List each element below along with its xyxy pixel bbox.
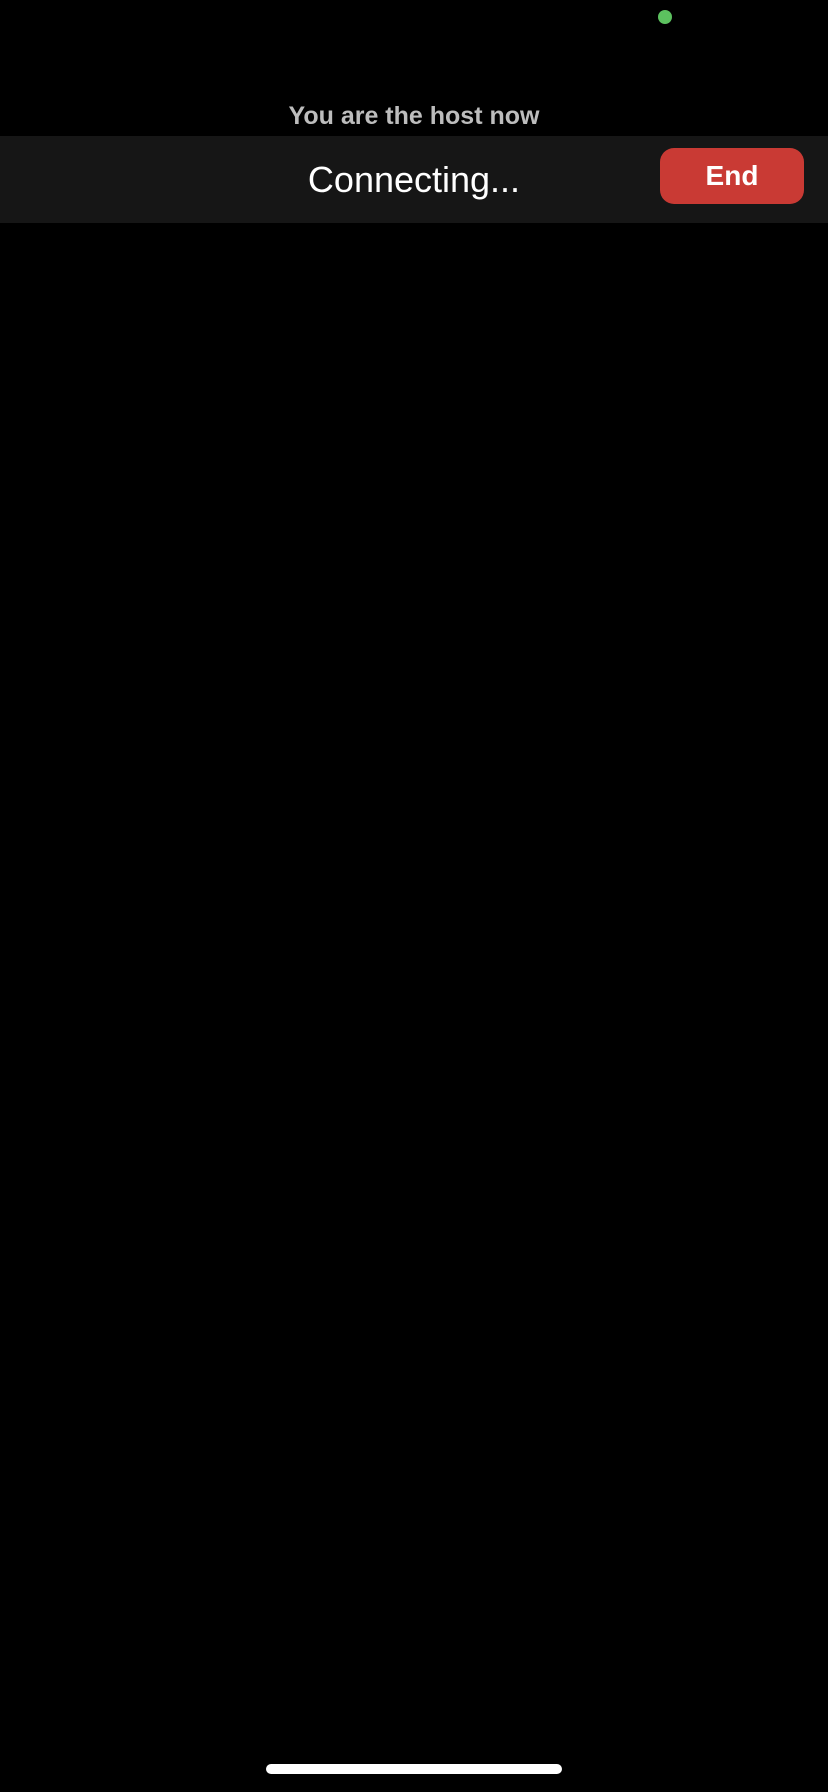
meeting-top-bar: Connecting... End bbox=[0, 136, 828, 223]
end-meeting-button[interactable]: End bbox=[660, 148, 804, 204]
host-notice: You are the host now bbox=[288, 102, 540, 130]
home-indicator[interactable] bbox=[266, 1764, 562, 1774]
meeting-screen: You are the host now Connecting... End bbox=[0, 0, 828, 1792]
camera-in-use-indicator bbox=[658, 10, 672, 24]
video-area[interactable] bbox=[0, 223, 828, 1743]
